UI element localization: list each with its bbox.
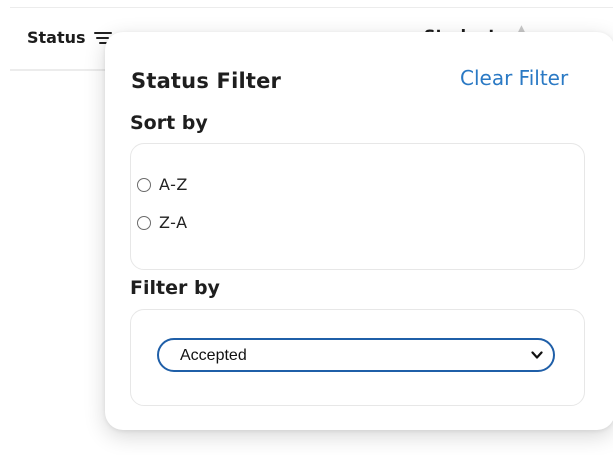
page: Status Student ▲▼ Status Filter Clear Fi…	[0, 0, 613, 455]
sort-option-label: A-Z	[159, 175, 188, 194]
radio-button-z-a[interactable]	[137, 215, 151, 230]
sort-option-a-z[interactable]: A-Z	[137, 175, 188, 194]
radio-button-a-z[interactable]	[137, 177, 151, 192]
chevron-down-icon	[531, 351, 543, 359]
sort-by-label: Sort by	[130, 112, 208, 134]
sort-option-z-a[interactable]: Z-A	[137, 213, 188, 232]
sort-options-box	[130, 143, 585, 270]
clear-filter-link[interactable]: Clear Filter	[460, 66, 568, 90]
popover-title: Status Filter	[131, 69, 282, 93]
top-divider	[10, 7, 613, 8]
status-column-header: Status	[27, 28, 112, 47]
status-filter-popover: Status Filter Clear Filter Sort by A-Z Z…	[105, 32, 613, 430]
filter-by-label: Filter by	[130, 277, 220, 299]
sort-option-label: Z-A	[159, 213, 188, 232]
status-filter-selected-value: Accepted	[180, 347, 247, 364]
status-column-label: Status	[27, 28, 86, 47]
status-filter-select[interactable]: Accepted	[157, 338, 555, 372]
